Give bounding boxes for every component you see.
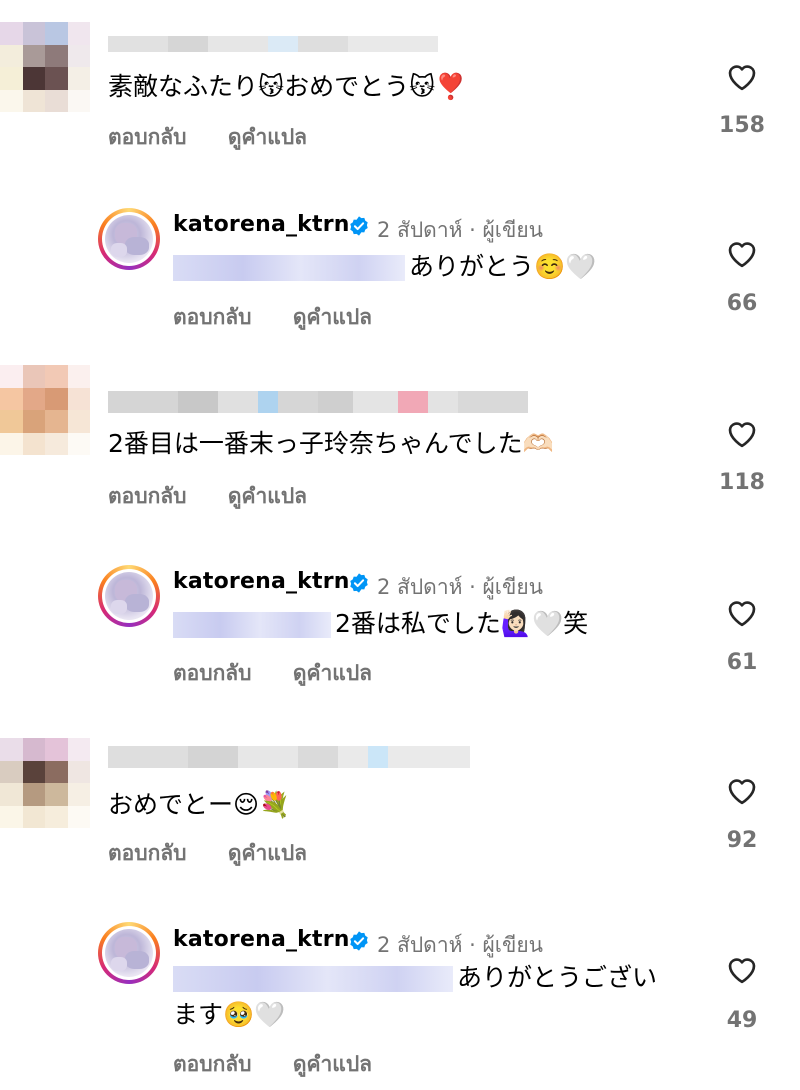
like-button[interactable] — [722, 237, 762, 268]
like-count: 61 — [726, 650, 758, 675]
commenter-avatar[interactable] — [0, 365, 90, 455]
heart-outline-icon — [728, 779, 756, 805]
reply-button[interactable]: ตอบกลับ — [108, 484, 187, 508]
like-count: 66 — [726, 291, 758, 316]
see-translation-button[interactable]: ดูคำแปล — [293, 305, 372, 329]
like-count: 158 — [719, 113, 765, 138]
see-translation-button[interactable]: ดูคำแปล — [228, 484, 307, 508]
mention-blurred[interactable] — [173, 966, 453, 992]
mention-blurred[interactable] — [173, 612, 331, 638]
comment-item: おめでとー😌💐 ตอบกลับ ดูคำแปล 92 — [0, 710, 800, 890]
comment-actions: ตอบกลับ ดูคำแปล — [173, 1048, 406, 1081]
heart-outline-icon — [728, 422, 756, 448]
commenter-username-blurred[interactable] — [108, 391, 528, 413]
author-avatar[interactable] — [98, 208, 160, 270]
comment-text: ありがとう☺️🤍 — [173, 245, 596, 289]
author-username[interactable]: katorena_ktrn — [173, 927, 350, 952]
reply-button[interactable]: ตอบกลับ — [108, 125, 187, 149]
comment-actions: ตอบกลับ ดูคำแปล — [173, 301, 406, 334]
author-username[interactable]: katorena_ktrn — [173, 212, 350, 237]
comment-text-continued: ます🥹🤍 — [173, 1000, 286, 1029]
verified-badge-icon — [350, 216, 368, 236]
reply-item: katorena_ktrn 2 สัปดาห์ · ผู้เขียน ありがとう… — [0, 890, 800, 1090]
like-button[interactable] — [722, 596, 762, 627]
heart-outline-icon — [728, 65, 756, 91]
author-avatar[interactable] — [98, 922, 160, 984]
comment-meta: 2 สัปดาห์ · ผู้เขียน — [377, 575, 543, 599]
like-count: 118 — [719, 470, 765, 495]
comment-item: 素敵なふたり😽おめでとう😽❣️ ตอบกลับ ดูคำแปล 158 — [0, 0, 800, 175]
mention-blurred[interactable] — [173, 255, 405, 281]
see-translation-button[interactable]: ดูคำแปล — [228, 125, 307, 149]
like-button[interactable] — [722, 774, 762, 805]
reply-button[interactable]: ตอบกลับ — [173, 1052, 252, 1076]
verified-badge-icon — [350, 573, 368, 593]
like-button[interactable] — [722, 417, 762, 448]
author-avatar[interactable] — [98, 565, 160, 627]
reply-item: katorena_ktrn 2 สัปดาห์ · ผู้เขียน ありがとう… — [0, 175, 800, 350]
comment-actions: ตอบกลับ ดูคำแปล — [108, 121, 341, 154]
see-translation-button[interactable]: ดูคำแปล — [293, 1052, 372, 1076]
comment-text: 素敵なふたり😽おめでとう😽❣️ — [108, 72, 467, 101]
heart-outline-icon — [728, 958, 756, 984]
comment-meta: 2 สัปดาห์ · ผู้เขียน — [377, 218, 543, 242]
reply-item: katorena_ktrn 2 สัปดาห์ · ผู้เขียน 2番は私で… — [0, 530, 800, 710]
reply-button[interactable]: ตอบกลับ — [108, 841, 187, 865]
commenter-username-blurred[interactable] — [108, 746, 470, 768]
like-button[interactable] — [722, 60, 762, 91]
commenter-avatar[interactable] — [0, 738, 90, 828]
reply-button[interactable]: ตอบกลับ — [173, 661, 252, 685]
like-button[interactable] — [722, 953, 762, 984]
verified-badge-icon — [350, 931, 368, 951]
like-count: 92 — [726, 828, 758, 853]
commenter-avatar[interactable] — [0, 22, 90, 112]
see-translation-button[interactable]: ดูคำแปล — [228, 841, 307, 865]
comment-text: 2番目は一番末っ子玲奈ちゃんでした🫶🏻 — [108, 429, 554, 458]
comment-item: 2番目は一番末っ子玲奈ちゃんでした🫶🏻 ตอบกลับ ดูคำแปล 118 — [0, 350, 800, 530]
comment-actions: ตอบกลับ ดูคำแปล — [108, 480, 341, 513]
heart-outline-icon — [728, 242, 756, 268]
heart-outline-icon — [728, 601, 756, 627]
reply-button[interactable]: ตอบกลับ — [173, 305, 252, 329]
comment-actions: ตอบกลับ ดูคำแปล — [108, 837, 341, 870]
like-count: 49 — [726, 1008, 758, 1033]
comment-actions: ตอบกลับ ดูคำแปล — [173, 657, 406, 690]
commenter-username-blurred[interactable] — [108, 36, 438, 52]
comment-text: 2番は私でした🙋🏻‍♀️🤍笑 — [173, 602, 588, 646]
author-username[interactable]: katorena_ktrn — [173, 569, 350, 594]
see-translation-button[interactable]: ดูคำแปล — [293, 661, 372, 685]
comment-text: おめでとー😌💐 — [108, 790, 291, 819]
